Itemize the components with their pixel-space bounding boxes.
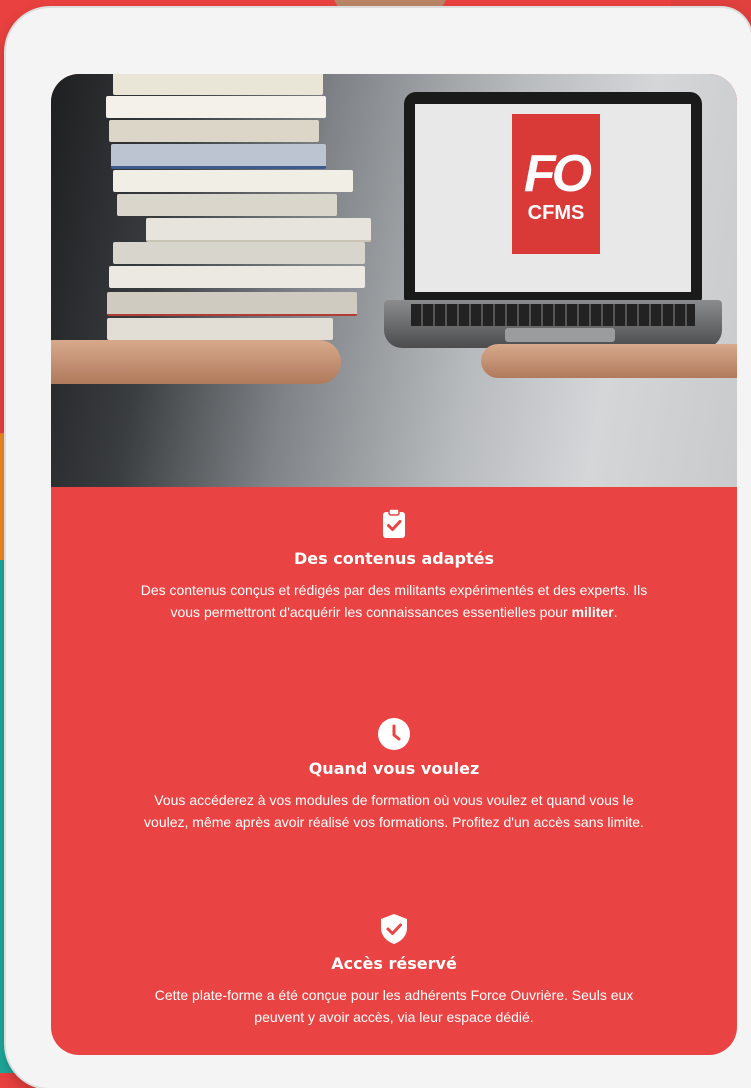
tablet-frame: FO CFMS Des contenus adaptés Des contenu… (6, 8, 751, 1088)
feature-title: Accès réservé (331, 954, 457, 973)
book (109, 120, 319, 142)
laptop-trackpad (505, 328, 615, 342)
book (107, 292, 357, 316)
book (146, 218, 371, 242)
book (111, 144, 326, 169)
logo-fo-text: FO (523, 145, 592, 203)
book (113, 242, 365, 264)
shield-check-icon (381, 914, 407, 944)
hand-right (481, 344, 737, 378)
book (113, 170, 353, 192)
book (113, 74, 323, 95)
feature-description: Des contenus conçus et rédigés par des m… (140, 582, 648, 620)
logo-cfms-text: CFMS (527, 202, 585, 224)
laptop-keyboard (411, 304, 695, 326)
feature-description: Cette plate-forme a été conçue pour les … (154, 987, 634, 1025)
feature-description: Vous accéderez à vos modules de formatio… (144, 792, 644, 830)
feature-title: Quand vous voulez (308, 759, 480, 778)
book (106, 96, 326, 118)
book (117, 194, 337, 216)
feature-highlight: militer (571, 604, 614, 620)
tablet-screen: FO CFMS Des contenus adaptés Des contenu… (51, 74, 737, 1055)
book (107, 318, 333, 340)
feature-quand: Quand vous voulez Vous accéderez à vos m… (51, 717, 737, 833)
fo-cfms-logo: FO CFMS (512, 114, 600, 254)
clipboard-check-icon (383, 508, 405, 538)
feature-title: Des contenus adaptés (294, 549, 494, 568)
feature-contenus: Des contenus adaptés Des contenus conçus… (51, 507, 737, 623)
book (109, 266, 365, 288)
hand-left (51, 340, 341, 384)
hero-image: FO CFMS (51, 74, 737, 487)
feature-acces: Accès réservé Cette plate-forme a été co… (51, 912, 737, 1028)
clock-icon (378, 718, 410, 750)
